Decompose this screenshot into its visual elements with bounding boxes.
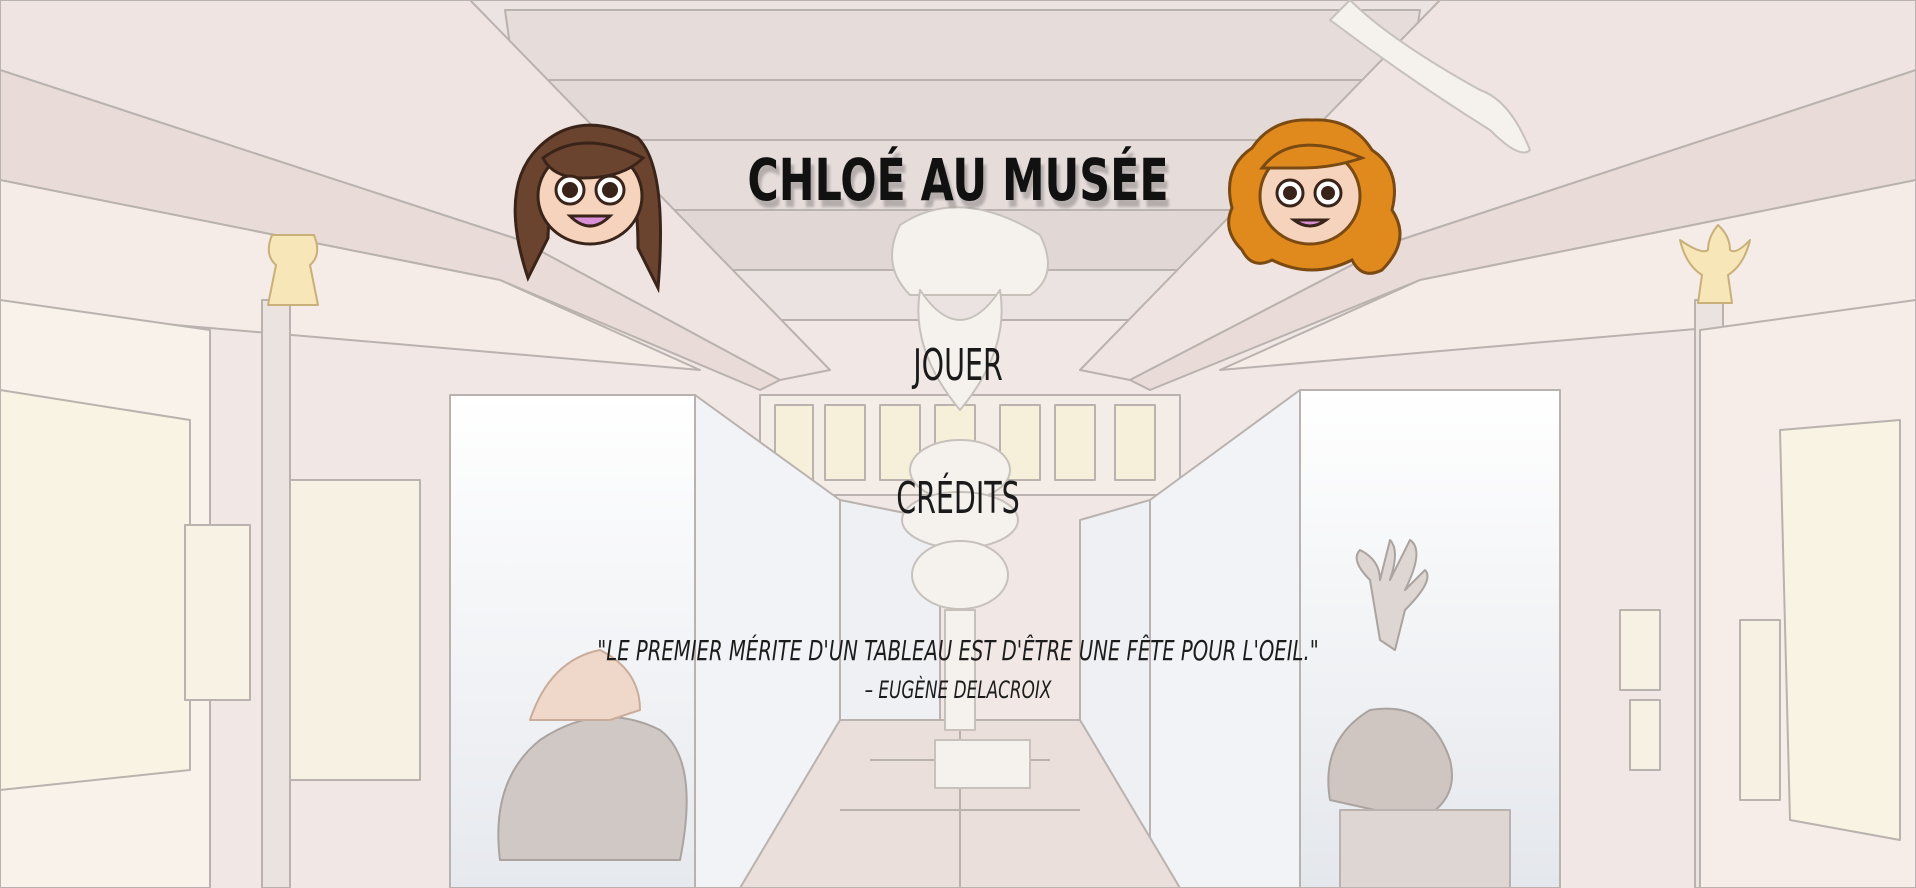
credits-button[interactable]: CRÉDITS (268, 473, 1648, 524)
credits-button-label[interactable]: CRÉDITS (889, 473, 1027, 524)
play-button-label[interactable]: JOUER (906, 340, 1010, 391)
game-title: CHLOÉ AU MUSÉE (747, 146, 1169, 214)
title-screen: CHLOÉ AU MUSÉE JOUER CRÉDITS "LE PREMIER… (0, 0, 1916, 888)
play-button[interactable]: JOUER (268, 340, 1648, 391)
quote-author: – EUGÈNE DELACROIX (864, 676, 1052, 704)
quote-text: "LE PREMIER MÉRITE D'UN TABLEAU EST D'ÊT… (597, 634, 1319, 667)
museum-hallway-background (0, 0, 1916, 888)
